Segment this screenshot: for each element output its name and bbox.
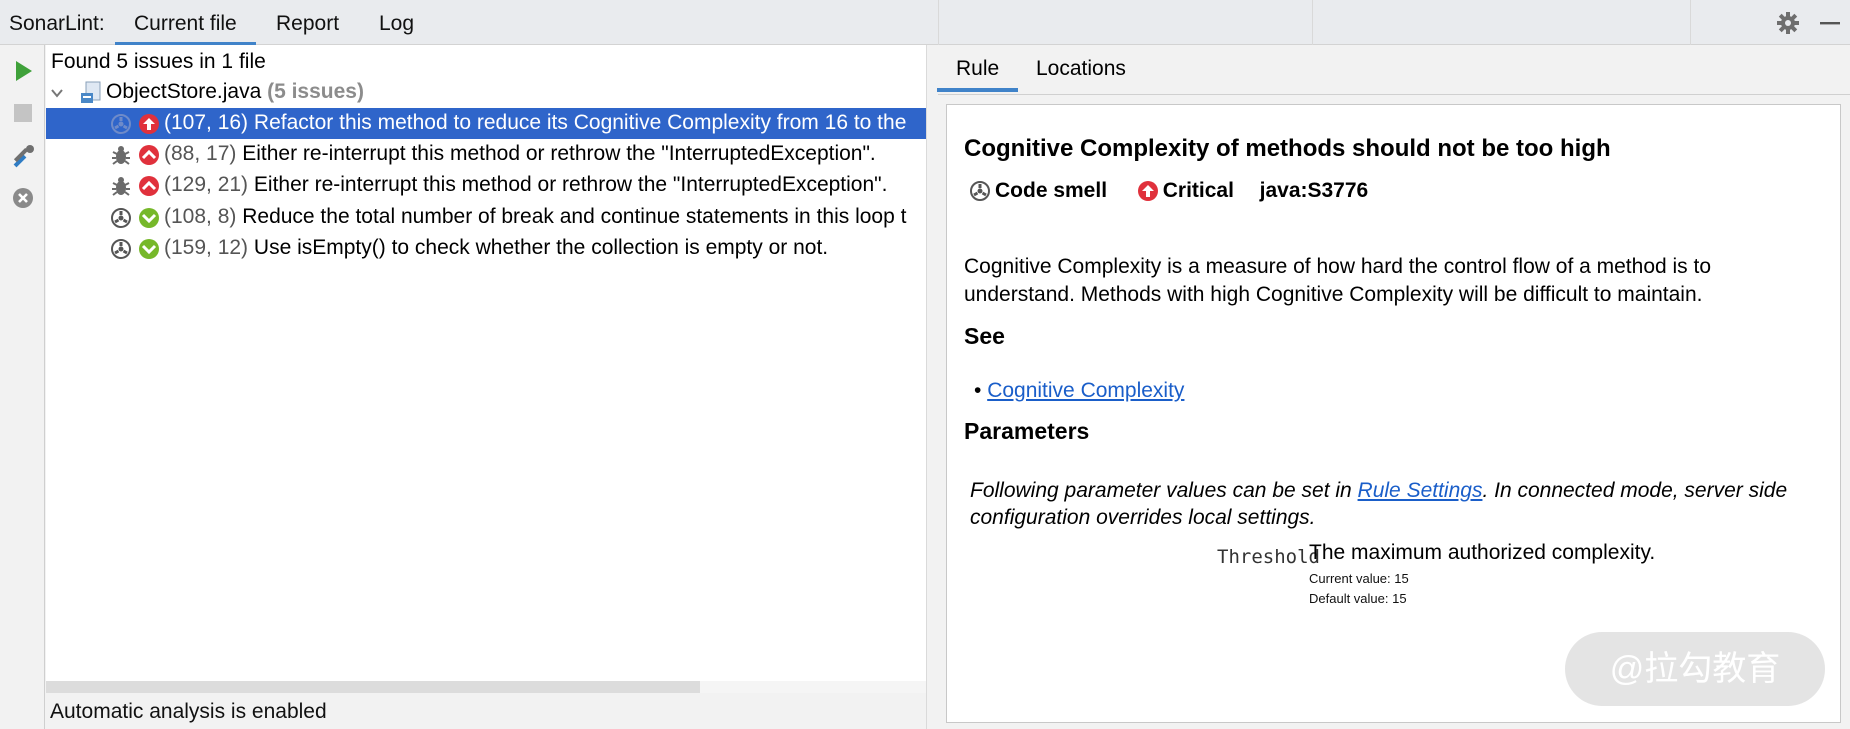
rule-description: Cognitive Complexity is a measure of how… — [964, 255, 1712, 306]
issue-message: Either re-interrupt this method or rethr… — [253, 173, 888, 196]
parameter-description: The maximum authorized complexity. — [1309, 541, 1656, 564]
detail-tabs: Rule Locations — [936, 45, 1850, 95]
issue-message: Reduce the total number of break and con… — [242, 205, 907, 228]
file-node[interactable]: ObjectStore.java (5 issues) — [46, 77, 926, 108]
header-divider — [1690, 0, 1691, 45]
rule-type: Code smell — [995, 179, 1108, 202]
issue-location: (108, 8) — [164, 205, 237, 228]
tab-current-file[interactable]: Current file — [115, 12, 256, 46]
tool-window-header: SonarLint: Current file Report Log — [0, 0, 1850, 46]
file-issue-count: (5 issues) — [267, 80, 364, 103]
panel-splitter[interactable] — [926, 45, 938, 729]
issue-row[interactable]: (88, 17) Either re-interrupt this method… — [46, 139, 926, 170]
parameters-note: Following parameter values can be set in… — [970, 477, 1820, 531]
file-name: ObjectStore.java — [106, 80, 262, 103]
issue-row[interactable]: (159, 12) Use isEmpty() to check whether… — [46, 233, 926, 264]
tab-locations[interactable]: Locations — [1036, 57, 1126, 81]
header-divider — [1312, 0, 1313, 45]
see-heading: See — [964, 323, 1005, 349]
horizontal-scrollbar[interactable] — [46, 681, 926, 693]
java-file-icon — [81, 81, 101, 103]
see-list-item: • Cognitive Complexity — [974, 379, 1184, 403]
issue-location: (159, 12) — [164, 236, 249, 259]
rule-key: java:S3776 — [1259, 179, 1369, 202]
gear-icon[interactable] — [1776, 11, 1800, 35]
critical-severity-icon — [139, 114, 159, 134]
tab-report[interactable]: Report — [276, 12, 339, 36]
tools-icon[interactable] — [10, 142, 36, 168]
issues-summary: Found 5 issues in 1 file — [51, 50, 266, 73]
tab-rule[interactable]: Rule — [936, 57, 1019, 92]
rule-meta: Code smell Critical java:S3776 — [969, 179, 1368, 203]
tab-log[interactable]: Log — [379, 12, 414, 36]
minor-severity-icon — [139, 208, 159, 228]
parameter-default-value: Default value: 15 — [1309, 591, 1407, 606]
cognitive-complexity-link[interactable]: Cognitive Complexity — [987, 379, 1184, 402]
run-icon[interactable] — [10, 58, 36, 84]
stop-icon[interactable] — [10, 100, 36, 126]
left-toolbar — [0, 45, 45, 729]
major-severity-icon — [139, 145, 159, 165]
bug-icon — [112, 177, 130, 196]
code-smell-icon — [970, 181, 990, 202]
watermark: @拉勾教育 — [1565, 632, 1825, 706]
minor-severity-icon — [139, 239, 159, 259]
parameters-heading: Parameters — [964, 418, 1090, 444]
code-smell-icon — [111, 208, 131, 228]
parameter-name: Threshold — [1217, 546, 1320, 568]
code-smell-icon — [111, 114, 131, 134]
chevron-down-icon[interactable] — [50, 86, 64, 100]
issue-location: (88, 17) — [164, 142, 237, 165]
rule-description-panel: Cognitive Complexity of methods should n… — [946, 104, 1841, 723]
clear-icon[interactable] — [10, 185, 36, 211]
issue-location: (107, 16) — [164, 111, 249, 134]
bug-icon — [112, 146, 130, 165]
params-note-text: Following parameter values can be set in — [970, 479, 1358, 502]
header-divider — [938, 0, 939, 45]
minimize-icon[interactable] — [1818, 11, 1842, 35]
issue-row[interactable]: (108, 8) Reduce the total number of brea… — [46, 202, 926, 233]
scrollbar-thumb[interactable] — [46, 681, 700, 693]
issue-message: Refactor this method to reduce its Cogni… — [253, 111, 907, 134]
rule-title: Cognitive Complexity of methods should n… — [964, 135, 1611, 162]
parameter-current-value: Current value: 15 — [1309, 571, 1409, 586]
rule-severity: Critical — [1162, 179, 1234, 202]
tool-window-title: SonarLint: — [9, 12, 105, 35]
issues-tree: Found 5 issues in 1 file ObjectStore.jav… — [46, 45, 926, 681]
issue-location: (129, 21) — [164, 173, 249, 196]
bullet-glyph: • — [974, 379, 988, 402]
status-text: Automatic analysis is enabled — [50, 700, 327, 723]
code-smell-icon — [111, 239, 131, 259]
issue-message: Either re-interrupt this method or rethr… — [242, 142, 876, 165]
rule-settings-link[interactable]: Rule Settings — [1358, 479, 1483, 502]
critical-severity-icon — [1137, 181, 1158, 202]
major-severity-icon — [139, 176, 159, 196]
issue-row[interactable]: (129, 21) Either re-interrupt this metho… — [46, 170, 926, 201]
issue-message: Use isEmpty() to check whether the colle… — [253, 236, 829, 259]
issue-row[interactable]: (107, 16) Refactor this method to reduce… — [46, 108, 926, 139]
